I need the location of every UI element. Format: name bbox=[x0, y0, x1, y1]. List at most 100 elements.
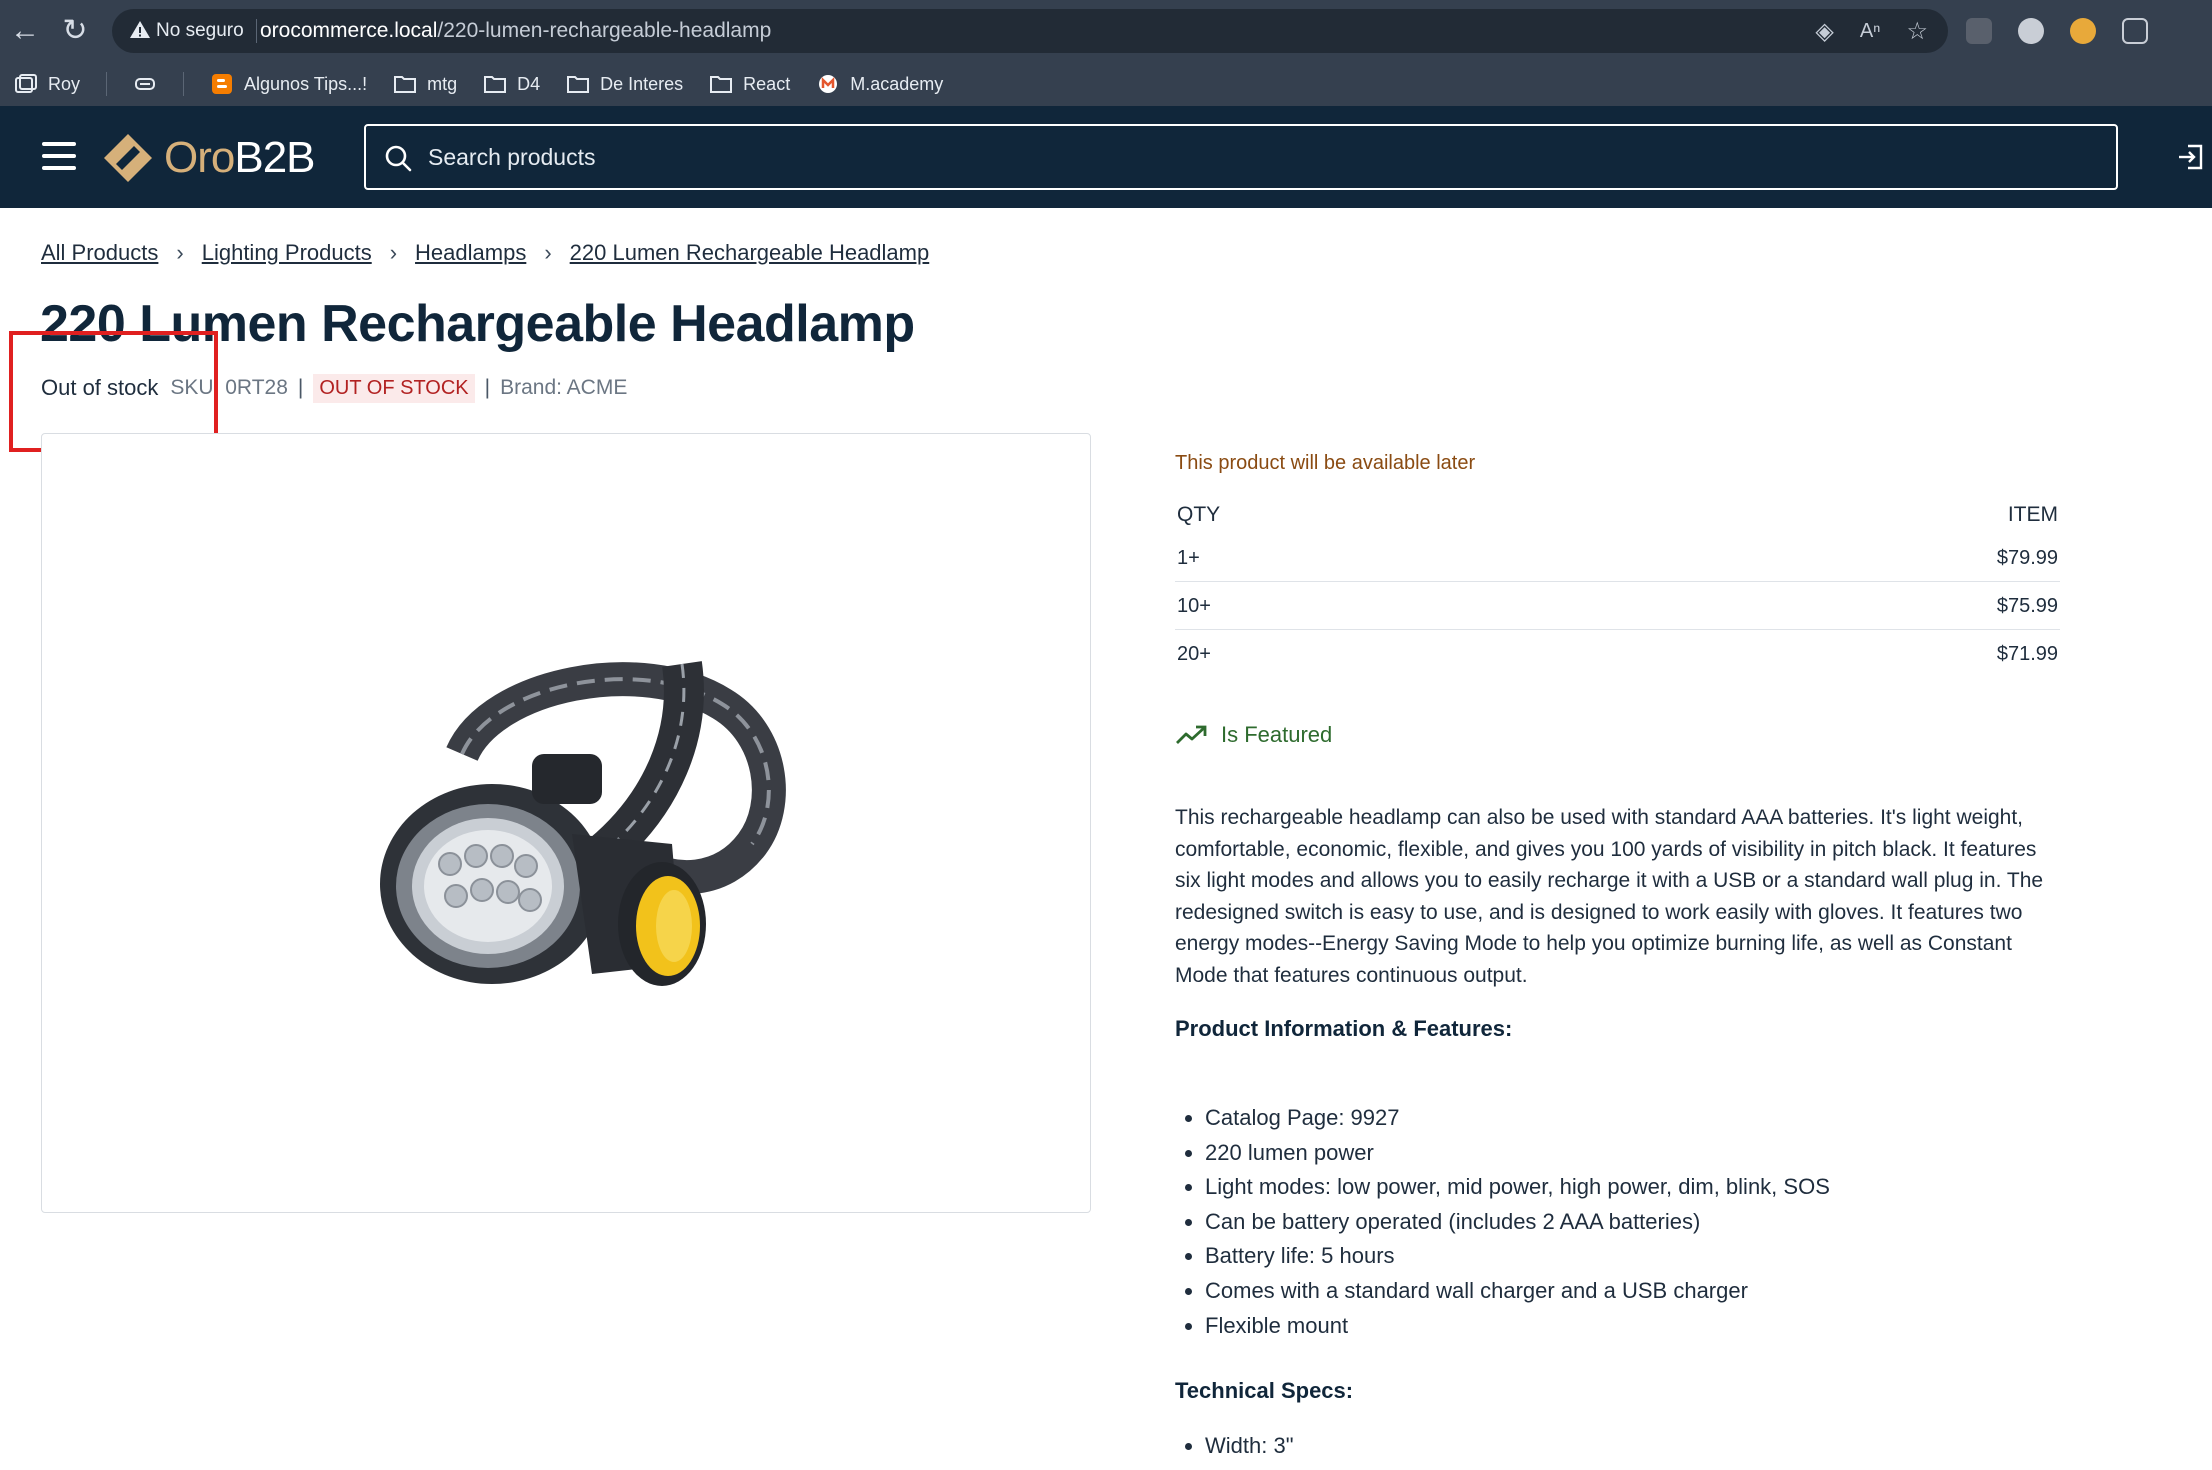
blogger-icon bbox=[212, 74, 233, 94]
qty-header: QTY bbox=[1177, 503, 1221, 526]
list-item: Catalog Page: 9927 bbox=[1205, 1101, 1830, 1136]
price-value: $71.99 bbox=[1996, 643, 2058, 665]
search-icon[interactable] bbox=[384, 144, 412, 172]
product-description: This rechargeable headlamp can also be u… bbox=[1175, 806, 2044, 987]
back-arrow-icon[interactable]: ← bbox=[8, 14, 42, 48]
specs-heading: Technical Specs: bbox=[1175, 1378, 1354, 1403]
folder-icon bbox=[710, 76, 733, 93]
bookmark-label: React bbox=[743, 73, 791, 94]
sign-in-icon[interactable] bbox=[2176, 142, 2206, 172]
headlamp-product-image[interactable] bbox=[342, 634, 802, 1024]
list-item: Comes with a standard wall charger and a… bbox=[1205, 1274, 1830, 1309]
hamburger-menu-icon[interactable] bbox=[42, 142, 76, 170]
folder-icon bbox=[484, 76, 507, 93]
bookmarks-bar: Roy Algunos Tips...! mtg D4 De Interes R… bbox=[0, 62, 2212, 106]
bookmark-divider bbox=[106, 72, 108, 96]
price-table-header: QTY ITEM bbox=[1175, 496, 2060, 534]
url-text[interactable]: orocommerce.local/220-lumen-rechargeable… bbox=[260, 9, 771, 53]
extension-gear-icon[interactable] bbox=[1966, 18, 1992, 44]
availability-notice: This product will be available later bbox=[1175, 452, 1476, 474]
chevron-right-icon: › bbox=[176, 240, 184, 265]
bookmark-roy[interactable]: Roy bbox=[14, 68, 80, 100]
tabs-icon bbox=[135, 78, 156, 90]
security-label[interactable]: No seguro bbox=[156, 9, 244, 53]
list-item: Width: 3" bbox=[1205, 1429, 1294, 1463]
breadcrumb-headlamps[interactable]: Headlamps bbox=[415, 240, 526, 266]
browser-chrome: ← ↻ No seguro orocommerce.local/220-lume… bbox=[0, 0, 2212, 106]
bookmark-mtg[interactable]: mtg bbox=[393, 68, 457, 100]
read-aloud-icon[interactable]: Aⁿ bbox=[1860, 20, 1881, 43]
features-list: Catalog Page: 9927 220 lumen power Light… bbox=[1205, 1101, 1830, 1343]
meta-divider: | bbox=[297, 376, 304, 399]
specs-list: Width: 3" bbox=[1205, 1429, 1294, 1463]
extension-icons bbox=[1966, 12, 2148, 50]
address-bar[interactable]: No seguro orocommerce.local/220-lumen-re… bbox=[112, 9, 1948, 53]
bookmark-label: M.academy bbox=[850, 73, 944, 94]
featured-label: Is Featured bbox=[1221, 722, 1333, 747]
profile-folder-icon bbox=[15, 74, 37, 93]
site-logo[interactable]: OroB2B bbox=[102, 132, 316, 184]
address-divider bbox=[256, 19, 257, 43]
favorite-star-icon[interactable]: ☆ bbox=[1906, 17, 1928, 46]
address-bar-actions: ◈ Aⁿ ☆ bbox=[1815, 9, 1928, 53]
address-row: ← ↻ No seguro orocommerce.local/220-lume… bbox=[0, 0, 2212, 62]
price-row: 1+ $79.99 bbox=[1175, 534, 2060, 582]
chevron-right-icon: › bbox=[389, 240, 398, 265]
product-image-panel[interactable] bbox=[41, 433, 1091, 1213]
list-item: Light modes: low power, mid power, high … bbox=[1205, 1170, 1830, 1205]
bookmark-label: De Interes bbox=[600, 73, 684, 94]
bookmark-algunos-tips[interactable]: Algunos Tips...! bbox=[210, 68, 367, 100]
url-path: /220-lumen-rechargeable-headlamp bbox=[437, 19, 772, 42]
bookmark-d4[interactable]: D4 bbox=[483, 68, 540, 100]
features-heading: Product Information & Features: bbox=[1175, 1016, 1513, 1041]
price-value: $75.99 bbox=[1996, 595, 2058, 617]
meta-divider: | bbox=[484, 376, 491, 399]
breadcrumb-lighting-products[interactable]: Lighting Products bbox=[202, 240, 372, 266]
list-item: Flexible mount bbox=[1205, 1309, 1830, 1344]
search-input[interactable] bbox=[428, 126, 2088, 188]
breadcrumb-current-product[interactable]: 220 Lumen Rechargeable Headlamp bbox=[570, 240, 930, 266]
macademy-icon bbox=[819, 75, 838, 93]
site-header: OroB2B bbox=[0, 106, 2212, 208]
extensions-puzzle-icon[interactable] bbox=[2122, 18, 2148, 44]
featured-indicator: Is Featured bbox=[1175, 722, 1332, 748]
product-brand: Brand: ACME bbox=[500, 376, 628, 399]
price-row: 10+ $75.99 bbox=[1175, 582, 2060, 630]
price-row: 20+ $71.99 bbox=[1175, 630, 2060, 678]
reload-icon[interactable]: ↻ bbox=[58, 14, 92, 48]
extension-camera-icon[interactable] bbox=[2018, 18, 2044, 44]
folder-icon bbox=[394, 76, 417, 93]
trending-up-icon bbox=[1176, 725, 1207, 744]
chevron-right-icon: › bbox=[544, 240, 552, 265]
price-qty: 10+ bbox=[1177, 595, 1211, 617]
logo-text: OroB2B bbox=[164, 133, 316, 183]
breadcrumb-all-products[interactable]: All Products bbox=[41, 240, 158, 266]
price-qty: 20+ bbox=[1177, 643, 1211, 665]
price-qty: 1+ bbox=[1177, 547, 1200, 569]
logo-suffix: B2B bbox=[234, 133, 315, 182]
folder-icon bbox=[567, 76, 590, 93]
extension-duck-icon[interactable] bbox=[2070, 18, 2096, 44]
item-header: ITEM bbox=[2007, 503, 2058, 526]
breadcrumb: All Products › Lighting Products › Headl… bbox=[41, 240, 929, 266]
search-box[interactable] bbox=[364, 124, 2118, 190]
status-badge: OUT OF STOCK bbox=[313, 373, 475, 403]
price-value: $79.99 bbox=[1996, 547, 2058, 569]
logo-mark-icon bbox=[104, 134, 152, 182]
bookmark-label: mtg bbox=[427, 73, 458, 94]
list-item: 220 lumen power bbox=[1205, 1136, 1830, 1171]
bookmark-divider bbox=[183, 72, 185, 96]
bookmark-de-interes[interactable]: De Interes bbox=[566, 68, 683, 100]
list-item: Battery life: 5 hours bbox=[1205, 1239, 1830, 1274]
warning-icon bbox=[130, 21, 150, 38]
tag-icon[interactable]: ◈ bbox=[1815, 17, 1833, 46]
bookmark-label: D4 bbox=[517, 73, 541, 94]
url-host: orocommerce.local bbox=[260, 19, 438, 42]
list-item: Can be battery operated (includes 2 AAA … bbox=[1205, 1205, 1830, 1240]
bookmark-react[interactable]: React bbox=[709, 68, 790, 100]
bookmark-label: Roy bbox=[48, 73, 81, 94]
logo-prefix: Oro bbox=[164, 133, 235, 182]
bookmark-macademy[interactable]: M.academy bbox=[816, 68, 943, 100]
price-table: QTY ITEM 1+ $79.99 10+ $75.99 20+ $71.99 bbox=[1175, 496, 2060, 678]
bookmark-tabs[interactable] bbox=[133, 68, 157, 100]
